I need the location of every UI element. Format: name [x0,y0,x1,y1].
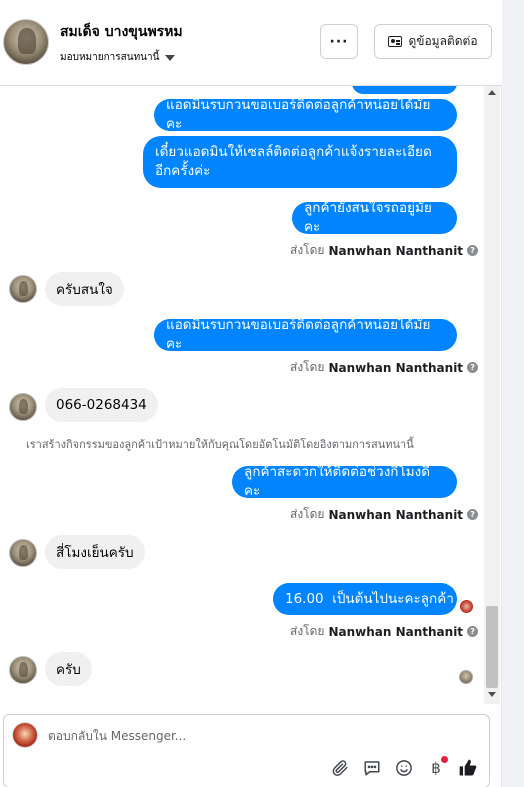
contact-avatar-small [9,539,37,567]
assign-conversation-dropdown[interactable]: มอบหมายการสนทนานี้ [60,50,176,65]
sent-by-label: ส่งโดย Nanwhan Nanthanit ? [290,622,479,641]
reply-input[interactable] [48,729,448,743]
message-text: แอดมินรบกวนขอเบอร์ติดต่อลูกค้าหน่อยได้มั… [166,97,431,132]
sent-by-label: ส่งโดย Nanwhan Nanthanit ? [290,358,479,377]
message-text: เดี๋ยวแอดมินให้เซลล์ติดต่อลูกค้าแจ้งรายล… [155,144,432,179]
sender-name: Nanwhan Nanthanit [328,243,464,258]
message-outgoing: แอดมินรบกวนขอเบอร์ติดต่อลูกค้าหน่อยได้มั… [154,97,457,132]
message-incoming: 066-0268434 [45,388,158,422]
contact-avatar-small [9,656,37,684]
read-receipt-avatar [460,600,473,613]
message-thread[interactable]: แอดมินรบกวนขอเบอร์ติดต่อลูกค้าหน่อยได้มั… [0,86,484,704]
sender-name: Nanwhan Nanthanit [328,507,464,522]
sent-by-label: ส่งโดย Nanwhan Nanthanit ? [290,241,479,260]
thumbs-up-icon[interactable] [457,757,479,779]
sender-name: Nanwhan Nanthanit [328,624,464,639]
paperclip-icon[interactable] [329,757,351,779]
more-options-button[interactable]: ··· [320,24,358,59]
view-contact-info-label: ดูข้อมูลติดต่อ [408,34,478,48]
message-incoming: ครับ [45,652,92,686]
contact-avatar[interactable] [3,19,49,65]
messenger-conversation-panel: สมเด็จ บางขุนพรหม มอบหมายการสนทนานี้ ···… [0,0,502,787]
contact-avatar-small [9,275,37,303]
composer-toolbar: ฿ [329,756,479,779]
scroll-down-arrow-icon[interactable] [488,692,496,697]
notification-dot [441,756,448,763]
message-text: ลูกค้าสะดวกให้ติดต่อช่วงกี่โมงดีคะ [244,464,430,499]
baht-icon[interactable]: ฿ [425,756,448,779]
message-outgoing: ลูกค้าสะดวกให้ติดต่อช่วงกี่โมงดีคะ [232,464,457,499]
chat-scrollbar[interactable] [484,86,500,704]
view-contact-info-button[interactable]: ดูข้อมูลติดต่อ [374,24,492,59]
sent-by-prefix: ส่งโดย [290,507,325,521]
help-icon[interactable]: ? [467,245,479,256]
message-text: สี่โมงเย็นครับ [56,545,134,561]
message-text: ลูกค้ายังสนใจรถอยู่มั้ยคะ [304,200,432,235]
scrollbar-thumb[interactable] [486,606,498,688]
right-panel-edge [502,0,524,787]
message-outgoing: 16.00 เป็นต้นไปนะคะลูกค้า [273,583,457,615]
message-incoming: สี่โมงเย็นครับ [45,535,145,569]
sent-by-label: ส่งโดย Nanwhan Nanthanit ? [290,505,479,524]
sent-by-prefix: ส่งโดย [290,624,325,638]
conversation-header: สมเด็จ บางขุนพรหม มอบหมายการสนทนานี้ ···… [0,0,502,86]
page-avatar [12,722,38,748]
seen-indicator-avatar [459,670,473,684]
message-outgoing: เดี๋ยวแอดมินให้เซลล์ติดต่อลูกค้าแจ้งรายล… [143,136,457,188]
message-composer: ฿ [3,714,490,787]
help-icon[interactable]: ? [467,626,479,637]
system-notice: เราสร้างกิจกรรมของลูกค้าเป้าหมายให้กับคุ… [26,438,414,451]
message-outgoing-partial [352,86,457,94]
message-outgoing: ลูกค้ายังสนใจรถอยู่มั้ยคะ [292,200,457,235]
sent-by-prefix: ส่งโดย [290,360,325,374]
sender-name: Nanwhan Nanthanit [328,360,464,375]
message-text: ครับ [56,662,81,678]
message-incoming: ครับสนใจ [45,272,124,306]
message-text: แอดมินรบกวนขอเบอร์ติดต่อลูกค้าหน่อยได้มั… [166,317,431,352]
assign-conversation-label: มอบหมายการสนทนานี้ [60,52,160,63]
sent-by-prefix: ส่งโดย [290,243,325,257]
help-icon[interactable]: ? [467,362,479,373]
message-text: 16.00 เป็นต้นไปนะคะลูกค้า [285,590,454,607]
chat-bubble-icon[interactable] [361,757,383,779]
contact-avatar-small [9,393,37,421]
message-outgoing: แอดมินรบกวนขอเบอร์ติดต่อลูกค้าหน่อยได้มั… [154,317,457,352]
smiley-icon[interactable] [393,757,415,779]
help-icon[interactable]: ? [467,509,479,520]
message-text: ครับสนใจ [56,282,113,298]
contact-name[interactable]: สมเด็จ บางขุนพรหม [60,21,183,43]
caret-down-icon [165,54,176,61]
scroll-up-arrow-icon[interactable] [488,90,496,95]
id-card-icon [388,36,403,47]
message-text: 066-0268434 [56,397,147,413]
